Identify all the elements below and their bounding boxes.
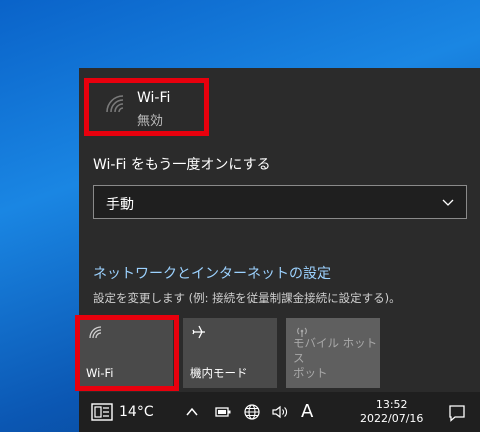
turn-on-dropdown[interactable]: 手動 [93, 185, 467, 219]
chevron-up-icon[interactable] [185, 406, 199, 418]
network-settings-link[interactable]: ネットワークとインターネットの設定 [93, 263, 331, 283]
battery-icon[interactable] [215, 406, 231, 418]
clock-date: 2022/07/16 [360, 412, 424, 425]
clock[interactable]: 13:52 2022/07/16 [360, 392, 423, 432]
speaker-icon[interactable] [271, 404, 289, 420]
highlight-box-wifi-tile [75, 315, 179, 391]
globe-network-icon[interactable] [243, 403, 261, 421]
chevron-down-icon [442, 199, 454, 206]
weather-widget[interactable]: 14°C [91, 392, 154, 432]
quick-action-label: 機内モード [190, 366, 248, 380]
turn-on-label: Wi-Fi をもう一度オンにする [93, 157, 271, 173]
quick-action-airplane-mode[interactable]: 機内モード [183, 318, 277, 388]
quick-action-label: モバイル ホットス ポット [293, 336, 378, 380]
highlight-box-network [84, 78, 209, 136]
network-settings-description: 設定を変更します (例: 接続を従量制課金接続に設定する)。 [93, 291, 401, 305]
weather-temperature: 14°C [119, 404, 154, 420]
taskbar: 14°C A 13:52 2022/07/16 [79, 392, 480, 432]
notification-center-icon[interactable] [448, 404, 466, 422]
network-flyout: Wi-Fi 無効 Wi-Fi をもう一度オンにする 手動 ネットワークとインター… [75, 68, 480, 392]
airplane-icon [192, 325, 205, 339]
weather-icon [91, 403, 113, 421]
turn-on-dropdown-value: 手動 [106, 197, 134, 213]
quick-action-mobile-hotspot[interactable]: モバイル ホットス ポット [286, 318, 380, 388]
input-mode-indicator[interactable]: A [301, 401, 313, 422]
clock-time: 13:52 [375, 398, 408, 411]
